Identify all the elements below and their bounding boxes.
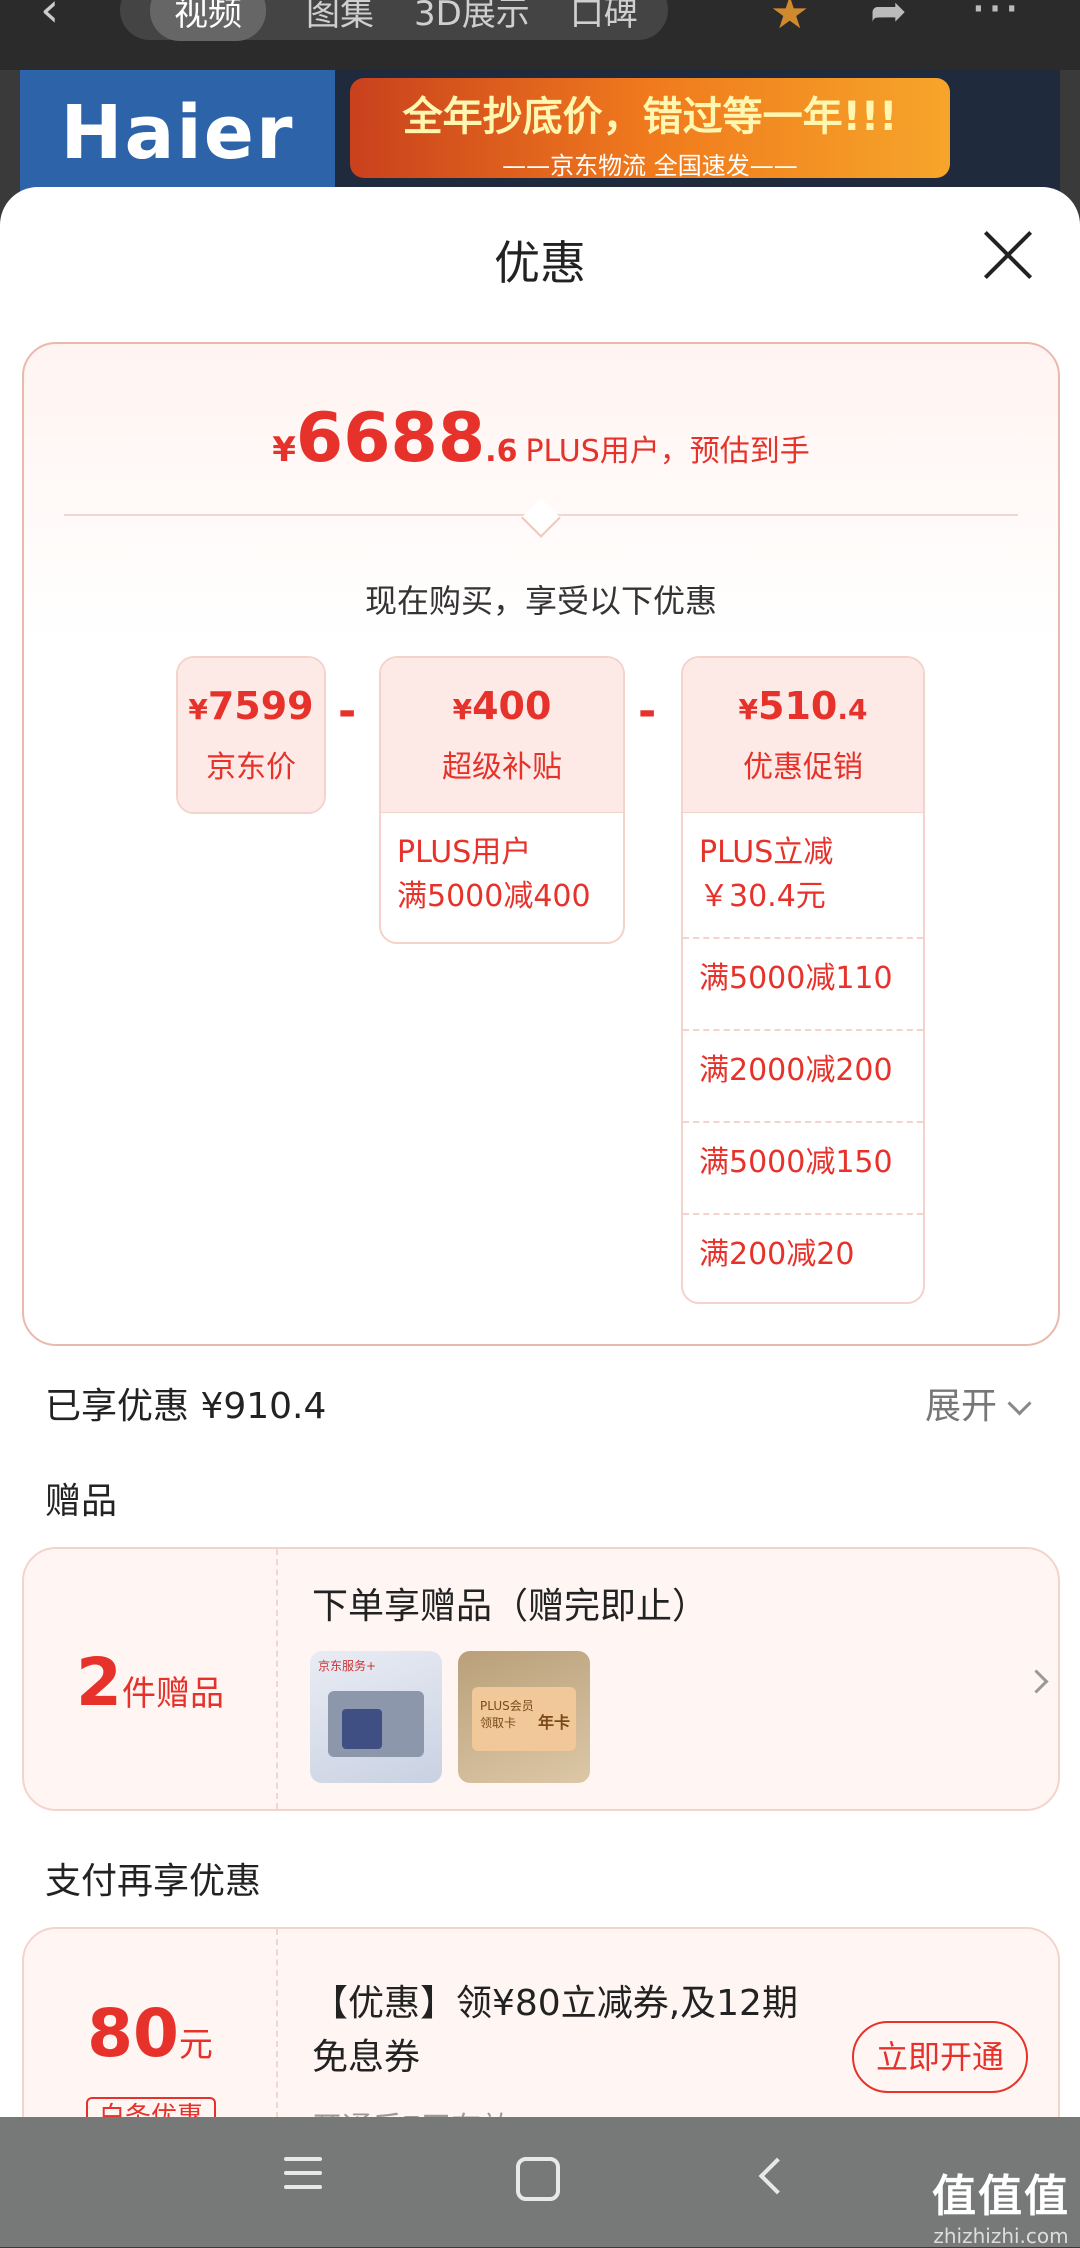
plus-card-text: PLUS会员 领取卡	[480, 1699, 534, 1730]
payment-offer-text: 【优惠】领¥80立减券,及12期免息券	[312, 1983, 798, 2078]
gift-title: 下单享赠品（赠完即止）	[312, 1586, 709, 1627]
gift-count-panel: 2件赠品	[24, 1549, 278, 1809]
promo-detail: 满5000减110	[683, 937, 923, 1029]
gift-count-unit: 件赠品	[121, 1674, 224, 1714]
jd-currency: ¥	[188, 693, 208, 726]
subsidy-amount: 400	[472, 684, 552, 728]
back-arrow-icon[interactable]: ‹	[40, 0, 59, 38]
product-banner: Haier 全年抄底价，错过等一年!!! ——京东物流 全国速发——	[20, 70, 1060, 195]
estimate-integer: 6688	[295, 399, 486, 478]
price-breakdown-card: ¥6688.6 PLUS用户，预估到手 现在购买，享受以下优惠 ¥7599 京东价…	[22, 342, 1060, 1346]
watermark-url: zhizhizhi.com	[933, 2224, 1069, 2248]
gift-thumb1-label: 京东服务+	[318, 1659, 377, 1673]
sheet-title: 优惠	[494, 236, 586, 290]
payment-amount-panel: 80元 白条优惠	[24, 1929, 278, 2117]
divider-notch	[521, 498, 561, 538]
close-icon[interactable]	[980, 227, 1036, 283]
more-icon[interactable]: ⋯	[970, 0, 1020, 36]
tab-video[interactable]: 视频	[150, 0, 266, 41]
payment-validity: 开通后7天有效	[312, 2103, 511, 2117]
recent-apps-icon[interactable]	[284, 2157, 322, 2199]
estimated-price: ¥6688.6 PLUS用户，预估到手	[24, 399, 1058, 478]
subsidy-detail: PLUS用户 满5000减400	[381, 812, 623, 937]
gift-thumbnail-plus-card[interactable]: PLUS会员 领取卡 年卡	[458, 1651, 590, 1783]
gift-thumbnail-service[interactable]: 京东服务+	[310, 1651, 442, 1783]
top-bar: ‹ 视频 图集 3D展示 口碑 ★ ➦ ⋯	[0, 0, 1080, 70]
promo-head: ¥510.4 优惠促销	[683, 658, 923, 812]
plus-card-year: 年卡	[538, 1713, 571, 1732]
promo-decimal: .4	[837, 693, 868, 726]
plus-card-image: PLUS会员 领取卡 年卡	[472, 1687, 576, 1751]
promo-detail: 满200减20	[683, 1213, 923, 1302]
gifts-section-title: 赠品	[45, 1481, 118, 1522]
promo-detail: 满2000减200	[683, 1029, 923, 1121]
gift-count: 2	[76, 1644, 122, 1721]
slogan-main: 全年抄底价，错过等一年!!!	[402, 94, 898, 140]
promo-detail: 满5000减150	[683, 1121, 923, 1213]
home-icon[interactable]	[516, 2157, 560, 2201]
promo-detail-plus: PLUS立减 ￥30.4元	[683, 812, 923, 937]
star-icon[interactable]: ★	[770, 0, 816, 39]
discount-sheet: 优惠 ¥6688.6 PLUS用户，预估到手 现在购买，享受以下优惠 ¥7599 …	[0, 187, 1080, 2117]
tab-gallery[interactable]: 图集	[306, 0, 374, 35]
payment-amount: 80	[87, 1995, 179, 2072]
room-illustration-detail	[342, 1709, 382, 1749]
tab-3d[interactable]: 3D展示	[414, 0, 530, 35]
subsidy-box: ¥400 超级补贴 PLUS用户 满5000减400	[379, 656, 625, 944]
buy-now-text: 现在购买，享受以下优惠	[364, 582, 717, 620]
open-now-button[interactable]: 立即开通	[852, 2021, 1028, 2093]
watermark-logo: 值值值	[932, 2171, 1070, 2222]
estimate-note: PLUS用户，预估到手	[525, 434, 810, 469]
jd-label: 京东价	[206, 750, 296, 785]
subsidy-label: 超级补贴	[442, 750, 562, 785]
chevron-down-icon	[1007, 1391, 1032, 1416]
minus-sign: -	[638, 686, 657, 737]
banner-slogan: 全年抄底价，错过等一年!!! ——京东物流 全国速发——	[350, 78, 950, 180]
expand-button[interactable]: 展开	[925, 1377, 1032, 1429]
enjoyed-discount: 已享优惠 ¥910.4	[45, 1386, 327, 1427]
promo-amount: 510	[758, 684, 838, 728]
currency-symbol: ¥	[272, 430, 296, 470]
share-icon[interactable]: ➦	[870, 0, 907, 37]
payment-section-title: 支付再享优惠	[45, 1861, 262, 1902]
chevron-right-icon[interactable]	[1024, 1669, 1049, 1694]
expand-label: 展开	[925, 1386, 998, 1427]
jd-amount: 7599	[207, 684, 314, 728]
gifts-card[interactable]: 2件赠品 下单享赠品（赠完即止） 京东服务+ PLUS会员 领取卡 年卡	[22, 1547, 1060, 1811]
promo-box: ¥510.4 优惠促销 PLUS立减 ￥30.4元 满5000减110 满200…	[681, 656, 925, 1304]
jd-price-box: ¥7599 京东价	[176, 656, 326, 814]
brand-logo: Haier	[20, 70, 335, 195]
system-navigation-bar	[0, 2117, 1080, 2247]
slogan-sub: ——京东物流 全国速发——	[502, 152, 798, 180]
promo-currency: ¥	[738, 693, 759, 726]
site-watermark: 值值值 zhizhizhi.com	[926, 2160, 1076, 2248]
tab-reviews[interactable]: 口碑	[570, 0, 638, 35]
media-tabs: 视频 图集 3D展示 口碑	[120, 0, 668, 41]
minus-sign: -	[338, 686, 357, 737]
estimate-decimal: .6	[485, 434, 518, 469]
back-icon[interactable]	[758, 2157, 796, 2195]
promo-label: 优惠促销	[743, 750, 863, 785]
jd-price-head: ¥7599 京东价	[178, 658, 324, 812]
baitiao-badge: 白条优惠	[86, 2097, 216, 2117]
subsidy-head: ¥400 超级补贴	[381, 658, 623, 812]
subsidy-currency: ¥	[452, 693, 473, 726]
payment-unit: 元	[178, 2025, 213, 2065]
payment-offer-card: 80元 白条优惠 【优惠】领¥80立减券,及12期免息券 开通后7天有效 立即开…	[22, 1927, 1060, 2117]
